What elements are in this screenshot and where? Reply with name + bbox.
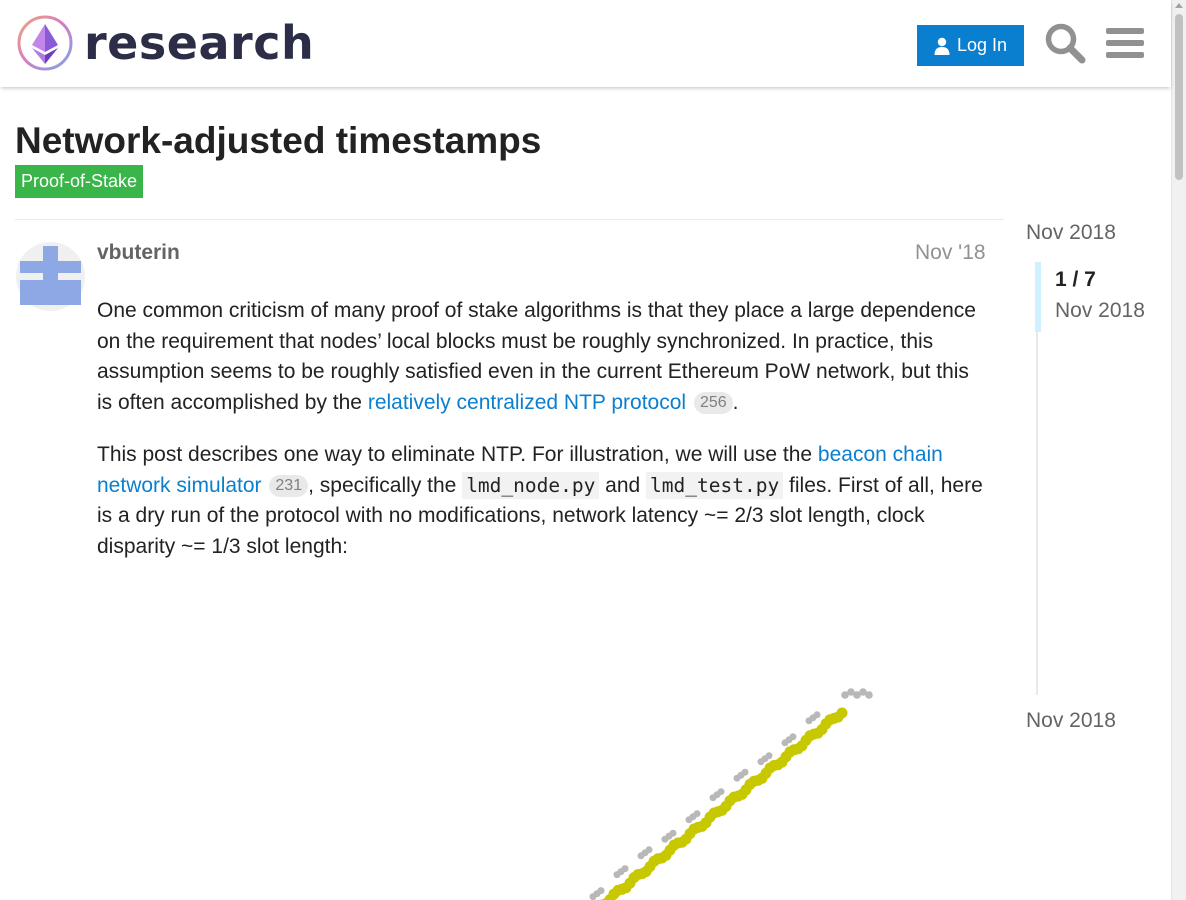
timeline-handle[interactable] <box>1035 262 1041 332</box>
scroll-up-arrow-icon[interactable] <box>1175 3 1183 8</box>
timeline-start-date[interactable]: Nov 2018 <box>1026 221 1116 245</box>
post-body: One common criticism of many proof of st… <box>97 296 987 584</box>
plot-points <box>589 688 873 900</box>
link-click-count: 256 <box>693 391 733 414</box>
hamburger-menu-icon[interactable] <box>1106 26 1144 60</box>
link-click-count: 231 <box>269 474 309 497</box>
post-date[interactable]: Nov '18 <box>915 241 986 265</box>
plot-side-point <box>757 758 765 766</box>
page-scrollbar[interactable] <box>1171 0 1186 900</box>
avatar[interactable] <box>16 242 85 311</box>
login-button[interactable]: Log In <box>917 25 1024 66</box>
timeline-end-date[interactable]: Nov 2018 <box>1026 709 1116 733</box>
plot-side-point <box>613 871 621 879</box>
p1-end: . <box>732 390 739 414</box>
login-label: Log In <box>956 35 1008 55</box>
post-username[interactable]: vbuterin <box>97 241 180 265</box>
plot-side-point <box>637 852 645 860</box>
ntp-protocol-link[interactable]: relatively centralized NTP protocol <box>368 391 686 414</box>
plot-point <box>836 707 848 719</box>
p2-text-c: and <box>599 473 647 497</box>
timeline-current-date: Nov 2018 <box>1055 299 1145 322</box>
p2-text-a: This post describes one way to eliminate… <box>97 443 818 466</box>
post-paragraph-2: This post describes one way to eliminate… <box>97 440 987 562</box>
scrollbar-thumb[interactable] <box>1175 14 1183 180</box>
timeline-position[interactable]: 1 / 7 <box>1055 268 1096 292</box>
inline-code-lmd-node: lmd_node.py <box>462 471 600 499</box>
site-brand[interactable]: research <box>84 14 314 72</box>
simulation-plot-image[interactable] <box>97 600 987 900</box>
topic-title[interactable]: Network-adjusted timestamps <box>15 120 541 162</box>
plot-side-point <box>589 893 597 900</box>
user-icon <box>934 37 950 55</box>
title-divider <box>15 219 1004 220</box>
search-icon[interactable] <box>1044 22 1086 64</box>
post-paragraph-1: One common criticism of many proof of st… <box>97 296 987 418</box>
plot-side-point <box>685 816 693 824</box>
plot-side-point <box>865 691 873 699</box>
category-badge[interactable]: Proof-of-Stake <box>15 165 144 198</box>
plot-side-point <box>781 739 789 747</box>
plot-side-point <box>709 794 717 802</box>
plot-side-point <box>661 835 669 843</box>
site-header: research Log In <box>0 0 1171 87</box>
plot-side-point <box>805 717 813 725</box>
ethereum-research-logo-icon[interactable] <box>16 14 74 72</box>
inline-code-lmd-test: lmd_test.py <box>646 471 784 499</box>
plot-side-point <box>733 774 741 782</box>
p2-text-b: , specifically the <box>308 473 463 497</box>
